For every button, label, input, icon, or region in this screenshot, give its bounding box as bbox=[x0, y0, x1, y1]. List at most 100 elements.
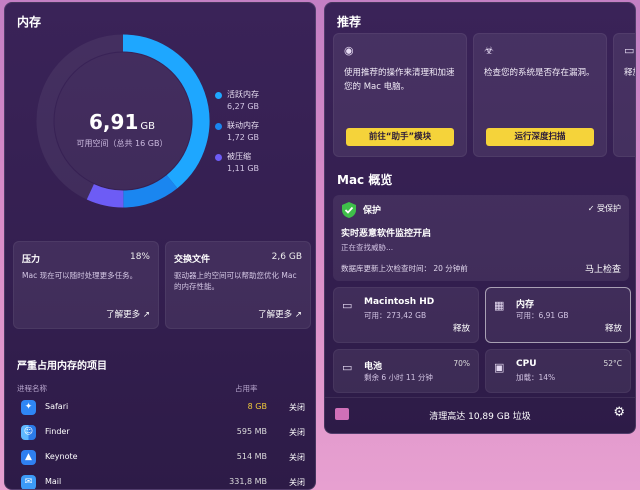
cpu-card[interactable]: ▣ CPU 加载：14% 52°C bbox=[485, 349, 631, 393]
battery-remaining: 剩余 6 小时 11 分钟 bbox=[364, 373, 433, 382]
legend-dot bbox=[215, 154, 222, 161]
free-disk-button[interactable]: 释放 bbox=[453, 322, 470, 334]
legend-item-compressed: 被压缩 1,11 GB bbox=[215, 151, 310, 182]
footer-bar: 清理高达 10,89 GB 垃圾 ⚙ bbox=[325, 397, 635, 433]
legend-value: 1,72 GB bbox=[227, 133, 260, 142]
available-memory: 6,91 GB bbox=[67, 110, 177, 134]
settings-gear-icon[interactable]: ⚙ bbox=[613, 405, 625, 420]
legend-item-wired: 联动内存 1,72 GB bbox=[215, 120, 310, 151]
check-icon: ✓ bbox=[587, 204, 597, 213]
pressure-value: 18% bbox=[129, 252, 150, 262]
app-name: Keynote bbox=[45, 452, 78, 461]
recommend-text: 释放 bbox=[624, 68, 635, 78]
pressure-desc: Mac 现在可以随时处理更多任务。 bbox=[22, 271, 138, 280]
col-process-name: 进程名称 bbox=[17, 384, 47, 393]
legend-name: 联动内存 bbox=[227, 121, 259, 130]
protection-status: ✓ 受保护 bbox=[588, 203, 621, 214]
memory-legend: 活跃内存 6,27 GB 联动内存 1,72 GB 被压缩 1,11 GB bbox=[215, 89, 310, 182]
protection-status-label: 受保护 bbox=[597, 204, 621, 213]
legend-name: 被压缩 bbox=[227, 152, 251, 161]
disk-title: Macintosh HD bbox=[364, 297, 435, 307]
swap-card: 交换文件 2,6 GB 驱动器上的空间可以帮助您优化 Mac 的内存性能。 了解… bbox=[165, 241, 311, 329]
available-memory-unit: GB bbox=[140, 121, 155, 132]
cpu-title: CPU bbox=[516, 359, 537, 369]
legend-item-active: 活跃内存 6,27 GB bbox=[215, 89, 310, 120]
disk-icon: ▭ bbox=[342, 299, 353, 312]
disk-card[interactable]: ▭ Macintosh HD 可用：273,42 GB 释放 bbox=[333, 287, 479, 343]
check-now-button[interactable]: 马上检查 bbox=[585, 262, 621, 275]
table-row[interactable]: ☺ Finder 595 MB 关闭 bbox=[17, 422, 309, 444]
legend-value: 6,27 GB bbox=[227, 102, 260, 111]
swap-learn-more-link[interactable]: 了解更多 ↗ bbox=[258, 308, 302, 320]
cpu-load: 加载：14% bbox=[516, 373, 556, 382]
memory-free: 可用：6,91 GB bbox=[516, 311, 569, 320]
go-to-assistant-button[interactable]: 前往“助手”模块 bbox=[346, 128, 454, 146]
db-update-text: 数据库更新上次检查时间： 20 分钟前 bbox=[341, 264, 468, 273]
memory-panel: 内存 6,91 GB 可用空间（总共 16 GB） 活跃内存 6,27 GB 联动… bbox=[4, 2, 316, 490]
drive-icon: ▭ bbox=[624, 44, 635, 57]
pressure-title: 压力 bbox=[22, 255, 41, 265]
recommend-text: 使用推荐的操作来清理和加速您的 Mac 电脑。 bbox=[344, 68, 455, 92]
cleanup-junk-text: 清理高达 10,89 GB 垃圾 bbox=[429, 412, 531, 422]
safari-icon: ✦ bbox=[21, 400, 36, 415]
recommend-card-assistant: ◉ 使用推荐的操作来清理和加速您的 Mac 电脑。 前往“助手”模块 bbox=[333, 33, 467, 157]
close-app-button[interactable]: 关闭 bbox=[289, 452, 305, 463]
app-memory: 331,8 MB bbox=[229, 477, 267, 486]
close-app-button[interactable]: 关闭 bbox=[289, 427, 305, 438]
deep-scan-button[interactable]: 运行深度扫描 bbox=[486, 128, 594, 146]
app-memory: 514 MB bbox=[236, 452, 267, 461]
battery-card[interactable]: ▭ 电池 剩余 6 小时 11 分钟 70% bbox=[333, 349, 479, 393]
realtime-monitor-headline: 实时恶意软件监控开启 bbox=[341, 229, 432, 239]
shield-icon bbox=[342, 202, 356, 218]
swap-value: 2,6 GB bbox=[271, 252, 302, 262]
legend-dot bbox=[215, 92, 222, 99]
recommend-card-scan: ☣ 检查您的系统是否存在漏洞。 运行深度扫描 bbox=[473, 33, 607, 157]
battery-title: 电池 bbox=[364, 362, 383, 372]
app-name: Safari bbox=[45, 402, 69, 411]
memory-title: 内存 bbox=[17, 15, 42, 29]
legend-name: 活跃内存 bbox=[227, 90, 259, 99]
recommend-card-free: ▭ 释放 bbox=[613, 33, 635, 157]
swap-desc: 驱动器上的空间可以帮助您优化 Mac 的内存性能。 bbox=[174, 271, 297, 291]
top-apps-title: 严重占用内存的项目 bbox=[17, 361, 107, 372]
swap-title: 交换文件 bbox=[174, 255, 211, 265]
table-row[interactable]: ✉ Mail 331,8 MB 关闭 bbox=[17, 472, 309, 489]
recommend-text: 检查您的系统是否存在漏洞。 bbox=[484, 68, 595, 78]
battery-icon: ▭ bbox=[342, 361, 353, 374]
disk-free: 可用：273,42 GB bbox=[364, 311, 427, 320]
col-usage: 占用率 bbox=[235, 384, 258, 393]
cpu-temperature: 52°C bbox=[603, 359, 622, 368]
available-memory-value: 6,91 bbox=[89, 110, 139, 134]
biohazard-icon: ☣ bbox=[484, 44, 494, 57]
pressure-card: 压力 18% Mac 现在可以随时处理更多任务。 了解更多 ↗ bbox=[13, 241, 159, 329]
free-memory-button[interactable]: 释放 bbox=[605, 322, 622, 334]
pressure-learn-more-link[interactable]: 了解更多 ↗ bbox=[106, 308, 150, 320]
app-name: Mail bbox=[45, 477, 62, 486]
legend-value: 1,11 GB bbox=[227, 164, 260, 173]
app-name: Finder bbox=[45, 427, 70, 436]
keynote-icon: ▲ bbox=[21, 450, 36, 465]
cpu-icon: ▣ bbox=[494, 361, 505, 374]
assistant-icon: ◉ bbox=[344, 44, 354, 57]
searching-threats: 正在查找威胁... bbox=[341, 243, 394, 252]
app-memory: 595 MB bbox=[236, 427, 267, 436]
memory-card[interactable]: ▦ 内存 可用：6,91 GB 释放 bbox=[485, 287, 631, 343]
memory-title: 内存 bbox=[516, 300, 535, 310]
overview-panel: 推荐 ◉ 使用推荐的操作来清理和加速您的 Mac 电脑。 前往“助手”模块 ☣ … bbox=[324, 2, 636, 434]
finder-icon: ☺ bbox=[21, 425, 36, 440]
mail-icon: ✉ bbox=[21, 475, 36, 489]
close-app-button[interactable]: 关闭 bbox=[289, 477, 305, 488]
close-app-button[interactable]: 关闭 bbox=[289, 402, 305, 413]
memory-chip-icon: ▦ bbox=[494, 299, 505, 312]
recommend-title: 推荐 bbox=[337, 15, 362, 29]
segment-compressed bbox=[86, 183, 124, 208]
overview-title: Mac 概览 bbox=[337, 173, 393, 187]
protection-card: 保护 ✓ 受保护 实时恶意软件监控开启 正在查找威胁... 数据库更新上次检查时… bbox=[333, 195, 629, 281]
table-row[interactable]: ▲ Keynote 514 MB 关闭 bbox=[17, 447, 309, 469]
legend-dot bbox=[215, 123, 222, 130]
table-row[interactable]: ✦ Safari 8 GB 关闭 bbox=[17, 397, 309, 419]
protection-title: 保护 bbox=[363, 206, 382, 216]
app-memory: 8 GB bbox=[247, 402, 267, 411]
available-memory-label: 可用空间（总共 16 GB） bbox=[76, 139, 168, 148]
battery-percent: 70% bbox=[453, 359, 470, 368]
